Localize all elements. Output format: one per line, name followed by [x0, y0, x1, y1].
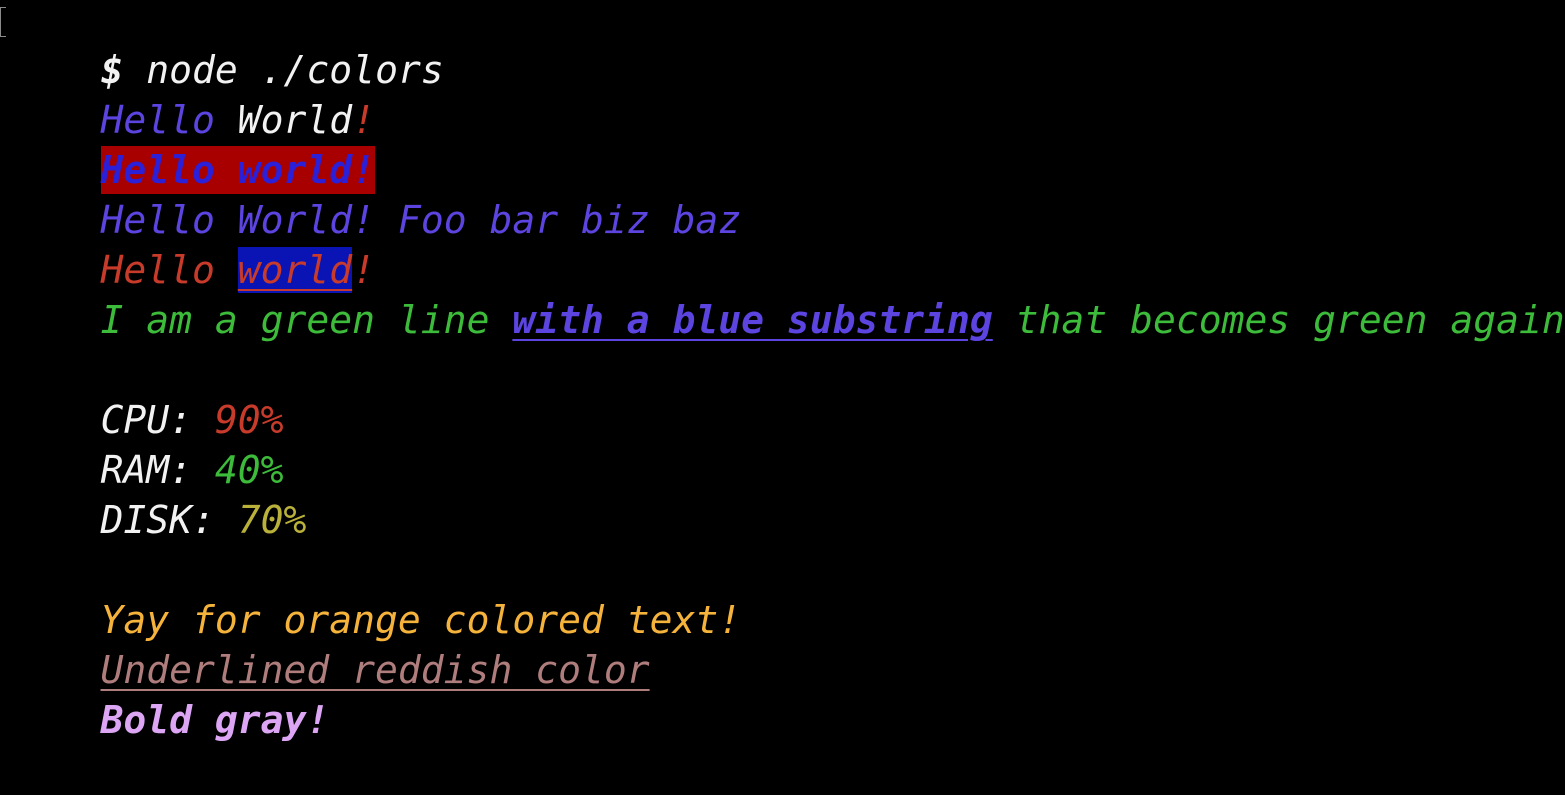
- output-line-4: Hello world!: [9, 195, 375, 293]
- bold-gray-line: Bold gray!: [9, 645, 330, 742]
- disk-value: 70%: [237, 498, 307, 542]
- output-line-2: Hello world!: [9, 95, 376, 194]
- output-line-5: I am a green line with a blue substring …: [9, 245, 1565, 342]
- green-text-end: that becomes green again!: [1015, 298, 1565, 342]
- blue-substring: with a blue substring: [512, 298, 993, 342]
- stat-line-ram: RAM: 40%: [9, 395, 284, 492]
- disk-label: DISK:: [100, 498, 215, 542]
- prompt-line: $ node ./colors: [9, 0, 444, 92]
- underlined-line: Underlined reddish color: [9, 595, 650, 692]
- cursor-marker: [0, 7, 6, 37]
- bold-gray-text: Bold gray!: [100, 698, 330, 742]
- foo-bar-text: Foo bar biz baz: [397, 198, 742, 242]
- output-line-1: Hello World!: [9, 45, 376, 142]
- output-line-3: Hello World! Foo bar biz baz: [9, 145, 742, 242]
- green-text-start: I am a green line: [100, 298, 490, 342]
- stat-line-disk: DISK: 70%: [9, 445, 307, 542]
- stat-line-cpu: CPU: 90%: [9, 345, 284, 442]
- orange-line: Yay for orange colored text!: [9, 545, 742, 642]
- terminal-window: $ node ./colors Hello World! Hello world…: [0, 0, 1565, 742]
